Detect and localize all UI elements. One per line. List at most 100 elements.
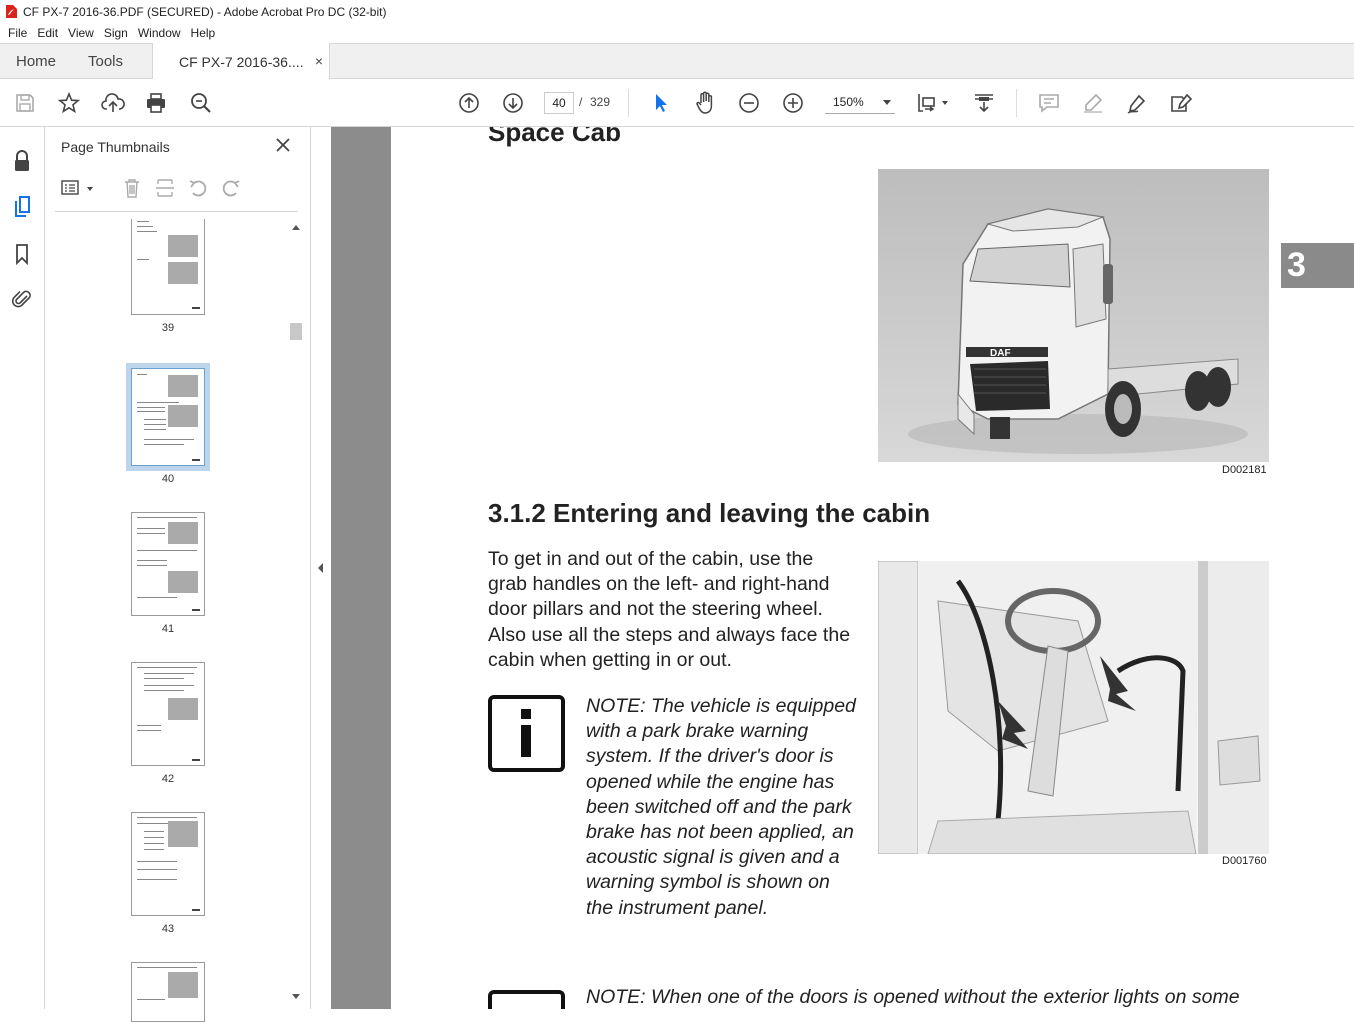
- thumb-line: [137, 560, 167, 561]
- thumb-image: [168, 571, 198, 593]
- zoom-level-dropdown[interactable]: 150%: [825, 92, 895, 114]
- menu-file[interactable]: File: [3, 26, 32, 40]
- document-view[interactable]: Space Cab 3 DAF D002181 3.1.2 Entering a…: [331, 127, 1354, 1009]
- scroll-mode-icon[interactable]: [972, 91, 996, 115]
- info-icon: [488, 695, 565, 772]
- bookmark-star-icon[interactable]: [57, 91, 81, 115]
- thumb-logo: [192, 609, 200, 611]
- tab-document[interactable]: CF PX-7 2016-36.... ×: [152, 43, 330, 80]
- next-page-icon[interactable]: [501, 91, 525, 115]
- save-icon[interactable]: [13, 91, 37, 115]
- thumbnail-page[interactable]: [131, 962, 205, 1022]
- window-title: CF PX-7 2016-36.PDF (SECURED) - Adobe Ac…: [23, 4, 387, 19]
- thumb-line: [137, 730, 161, 731]
- options-caret-icon[interactable]: [87, 187, 93, 191]
- pdf-page: Space Cab 3 DAF D002181 3.1.2 Entering a…: [391, 127, 1354, 1009]
- thumbnail-page[interactable]: [131, 512, 205, 616]
- close-tab-button[interactable]: ×: [315, 53, 323, 69]
- cabin-entry-figure-image: [878, 561, 1269, 854]
- close-panel-icon[interactable]: [274, 136, 292, 154]
- thumbnail-page-selected[interactable]: [126, 363, 210, 471]
- thumb-line: [137, 226, 153, 227]
- zoom-level-value: 150%: [833, 95, 864, 109]
- page-display-caret-icon[interactable]: [942, 101, 948, 105]
- extract-page-icon[interactable]: [153, 176, 177, 200]
- print-icon[interactable]: [144, 91, 168, 115]
- thumb-line: [137, 259, 149, 260]
- truck-logo: DAF: [990, 348, 1011, 359]
- chevron-down-icon: [883, 100, 891, 105]
- lock-icon[interactable]: [10, 149, 34, 173]
- thumbnail-page[interactable]: [131, 662, 205, 766]
- info-icon: [488, 990, 565, 1009]
- thumb-logo: [192, 909, 200, 911]
- zoom-in-icon[interactable]: [781, 91, 805, 115]
- thumb-image: [168, 405, 198, 427]
- thumbnail-page[interactable]: [131, 812, 205, 916]
- collapse-panel-arrow-icon[interactable]: [318, 563, 323, 573]
- highlight-pen-icon[interactable]: [1081, 91, 1105, 115]
- thumb-line: [137, 411, 165, 412]
- page-thumbnails-icon[interactable]: [10, 195, 34, 219]
- thumb-line: [137, 999, 165, 1000]
- zoom-search-icon[interactable]: [189, 91, 213, 115]
- heading-space-cab: Space Cab: [488, 127, 621, 147]
- thumb-line: [137, 725, 161, 726]
- menu-help[interactable]: Help: [186, 26, 221, 40]
- thumb-logo: [192, 459, 200, 461]
- scroll-down-arrow-icon[interactable]: [292, 994, 300, 999]
- options-menu-icon[interactable]: [60, 176, 84, 200]
- thumb-line: [137, 823, 171, 824]
- thumb-line: [144, 690, 184, 691]
- thumbnail-page[interactable]: [131, 219, 205, 315]
- menu-window[interactable]: Window: [133, 26, 186, 40]
- toolbar-divider: [1016, 89, 1017, 117]
- scroll-up-arrow-icon[interactable]: [292, 225, 300, 230]
- thumb-line: [137, 861, 177, 862]
- tab-home[interactable]: Home: [16, 44, 56, 79]
- bookmark-icon[interactable]: [10, 242, 34, 266]
- fill-sign-icon[interactable]: [1169, 91, 1193, 115]
- thumb-line: [137, 817, 197, 818]
- thumb-line: [144, 843, 164, 844]
- delete-page-icon[interactable]: [120, 176, 144, 200]
- thumb-line: [144, 429, 166, 430]
- thumb-image: [168, 235, 198, 257]
- thumb-line: [137, 402, 179, 403]
- document-tab-title: CF PX-7 2016-36....: [179, 53, 304, 70]
- sign-pen-icon[interactable]: [1125, 91, 1149, 115]
- upload-cloud-icon[interactable]: [101, 91, 125, 115]
- menu-sign[interactable]: Sign: [99, 26, 133, 40]
- thumbnail-page-number: 42: [161, 773, 175, 785]
- comment-icon[interactable]: [1037, 91, 1061, 115]
- note-park-brake: NOTE: The vehicle is equipped with a par…: [586, 695, 856, 919]
- rotate-right-icon[interactable]: [219, 176, 243, 200]
- page-number-input[interactable]: 40: [544, 92, 574, 114]
- toolbar-divider: [628, 89, 629, 117]
- previous-page-icon[interactable]: [457, 91, 481, 115]
- thumb-line: [137, 597, 177, 598]
- page-total: 329: [590, 95, 611, 109]
- thumb-image: [168, 522, 198, 544]
- zoom-out-icon[interactable]: [737, 91, 761, 115]
- panel-splitter[interactable]: [311, 127, 331, 1009]
- body-paragraph: To get in and out of the cabin, use the …: [488, 548, 851, 671]
- page-display-icon[interactable]: [915, 91, 939, 115]
- rotate-left-icon[interactable]: [186, 176, 210, 200]
- hand-tool-icon[interactable]: [693, 91, 717, 115]
- note-exterior-lights: NOTE: When one of the doors is opened wi…: [586, 986, 1240, 1008]
- thumb-line: [144, 678, 184, 679]
- thumb-logo: [192, 307, 200, 309]
- scrollbar-thumb[interactable]: [290, 323, 302, 340]
- thumb-logo: [192, 759, 200, 761]
- acrobat-pdf-icon: [6, 5, 17, 18]
- tab-tools[interactable]: Tools: [88, 44, 123, 79]
- thumb-line: [137, 565, 167, 566]
- select-cursor-icon[interactable]: [649, 91, 673, 115]
- menu-edit[interactable]: Edit: [32, 26, 63, 40]
- attachment-paperclip-icon[interactable]: [10, 287, 34, 311]
- thumbnail-scrollbar[interactable]: [289, 219, 303, 1005]
- menu-view[interactable]: View: [63, 26, 99, 40]
- thumbnail-page-number: 40: [161, 473, 175, 485]
- thumb-image: [168, 972, 198, 998]
